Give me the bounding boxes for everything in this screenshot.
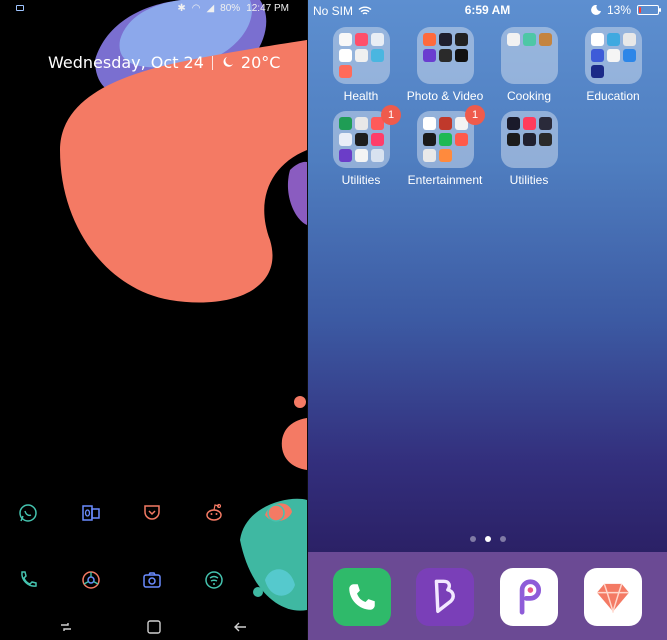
folder-label: Health — [343, 89, 379, 103]
folder-label: Cooking — [506, 89, 552, 103]
home-icon[interactable] — [146, 620, 162, 634]
date-weather-widget[interactable]: Wednesday, Oct 24 20°C — [48, 53, 280, 72]
moon-cloud-icon — [223, 56, 233, 67]
battery-level — [639, 7, 642, 13]
moon-icon — [591, 5, 601, 15]
temperature: 20°C — [240, 53, 281, 72]
folder-entertainment[interactable]: 1 Entertainment — [408, 105, 485, 191]
page-dot[interactable] — [499, 536, 506, 542]
wallpaper — [60, 0, 307, 611]
pocket-casts-icon[interactable] — [500, 568, 558, 626]
notification-badge: 1 — [381, 105, 401, 125]
notification-badge: 1 — [465, 105, 485, 125]
folder-utilities[interactable]: 1 Utilities — [325, 105, 401, 191]
podcast-icon[interactable] — [200, 566, 228, 594]
folder-health[interactable]: Health — [325, 27, 397, 107]
folder-photo-video[interactable]: Photo & Video — [407, 27, 483, 107]
pocket-icon[interactable] — [138, 499, 166, 527]
bumble-icon[interactable] — [416, 568, 474, 626]
outlook-icon[interactable] — [77, 499, 105, 527]
signal-icon: ◢ — [206, 3, 215, 14]
phone-icon[interactable] — [14, 566, 42, 594]
android-status-bar: ✱ ◠ ◢ 80% 12:47 PM — [0, 0, 307, 18]
wifi-icon: ◠ — [191, 3, 201, 14]
ios-home-screen: No SIM 6:59 AM 13% Health Photo & Video … — [308, 0, 667, 640]
folder-label: Utilities — [509, 173, 549, 187]
android-nav-bar — [0, 612, 307, 640]
battery-percent: 13% — [606, 3, 631, 17]
ios-dock — [308, 552, 667, 640]
divider — [211, 55, 213, 70]
whatsapp-icon[interactable] — [14, 499, 42, 527]
folder-cooking[interactable]: Cooking — [493, 27, 565, 107]
tasks-icon[interactable] — [262, 499, 290, 527]
page-dot[interactable] — [469, 536, 476, 542]
bluetooth-icon: ✱ — [177, 3, 186, 14]
camera-icon[interactable] — [138, 566, 166, 594]
reddit-icon[interactable] — [200, 499, 228, 527]
folder-label: Photo & Video — [406, 89, 484, 103]
page-dot[interactable] — [484, 536, 491, 542]
recent-apps-icon[interactable] — [58, 620, 74, 634]
folder-label: Entertainment — [407, 173, 483, 187]
folder-label: Education — [586, 89, 640, 103]
page-indicator[interactable] — [308, 536, 667, 542]
folder-utilities-2[interactable]: Utilities — [493, 111, 565, 191]
battery-percent: 80% — [220, 3, 241, 14]
status-time: 12:47 PM — [246, 3, 289, 14]
back-icon[interactable] — [232, 620, 248, 634]
date-text: Wednesday, Oct 24 — [48, 53, 204, 72]
battery-icon — [637, 5, 661, 15]
video-icon — [16, 5, 24, 11]
folder-education[interactable]: Education — [577, 27, 649, 107]
android-home-screen: ✱ ◠ ◢ 80% 12:47 PM Wednesday, Oct 24 20°… — [0, 0, 307, 640]
ios-status-bar: No SIM 6:59 AM 13% — [308, 0, 667, 20]
sketch-icon[interactable] — [584, 568, 642, 626]
phone-app-icon[interactable] — [333, 568, 391, 626]
chrome-icon[interactable] — [77, 566, 105, 594]
folder-label: Utilities — [341, 173, 381, 187]
